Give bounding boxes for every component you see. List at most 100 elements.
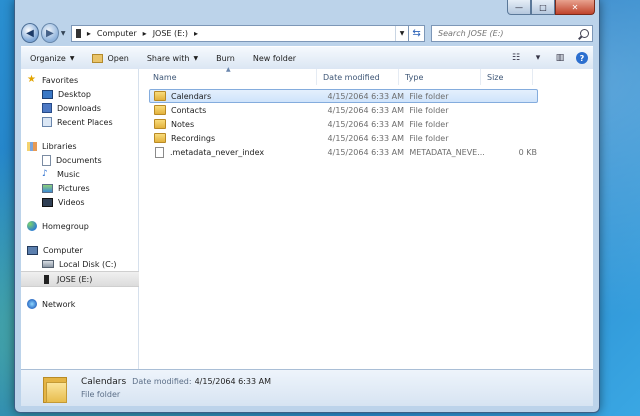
command-bar: Organize ▼ Open Share with ▼ Burn New fo… — [21, 46, 593, 70]
details-date-label: Date modified: — [132, 377, 192, 386]
nav-item-pictures[interactable]: Pictures — [21, 181, 138, 195]
new-folder-button[interactable]: New folder — [244, 47, 305, 69]
file-name: .metadata_never_index — [170, 147, 265, 157]
nav-label: Libraries — [42, 141, 77, 151]
recent-places-icon — [42, 117, 52, 127]
nav-label: Music — [57, 169, 80, 179]
nav-label: Favorites — [42, 75, 79, 85]
file-type: File folder — [409, 105, 449, 115]
open-label: Open — [107, 53, 129, 63]
organize-button[interactable]: Organize ▼ — [21, 47, 83, 69]
nav-label: Recent Places — [57, 117, 113, 127]
file-type: File folder — [409, 133, 449, 143]
address-row: ◀ ▶ ▼ ▸ Computer ▸ JOSE (E:) ▸ ▼ ⇆ — [21, 22, 594, 44]
desktop-icon — [42, 89, 53, 99]
close-button[interactable]: ✕ — [555, 0, 595, 15]
nav-item-recent-places[interactable]: Recent Places — [21, 115, 138, 129]
search-box[interactable] — [431, 24, 594, 42]
large-folder-icon — [43, 375, 67, 403]
column-headers: ▲ Name Date modified Type Size — [139, 66, 593, 86]
folder-icon — [154, 119, 166, 129]
nav-item-desktop[interactable]: Desktop — [21, 87, 138, 101]
crumb-separator[interactable]: ▸ — [194, 29, 198, 38]
search-icon[interactable] — [580, 28, 590, 38]
explorer-window: — □ ✕ ◀ ▶ ▼ ▸ Computer ▸ JOSE (E:) ▸ ▼ ⇆… — [14, 0, 600, 413]
file-type: File folder — [409, 91, 449, 101]
burn-label: Burn — [216, 53, 235, 63]
documents-icon — [42, 154, 51, 166]
homegroup-icon — [27, 221, 37, 231]
details-date-value: 4/15/2064 6:33 AM — [194, 377, 272, 386]
nav-item-jose-drive[interactable]: JOSE (E:) — [21, 271, 139, 287]
refresh-button[interactable]: ⇆ — [409, 24, 426, 42]
share-with-button[interactable]: Share with ▼ — [138, 47, 207, 69]
preview-pane-button[interactable]: ▥ — [549, 53, 571, 63]
nav-label: Network — [42, 299, 76, 309]
nav-libraries[interactable]: Libraries — [21, 139, 138, 153]
nav-item-music[interactable]: ♪ Music — [21, 167, 138, 181]
nav-label: JOSE (E:) — [57, 274, 93, 284]
open-button[interactable]: Open — [83, 47, 137, 69]
address-bar[interactable]: ▸ Computer ▸ JOSE (E:) ▸ ▼ — [70, 24, 409, 42]
file-row-recordings[interactable]: Recordings 4/15/2064 6:33 AM File folder — [149, 131, 538, 145]
nav-computer[interactable]: Computer — [21, 243, 138, 257]
file-list-pane: ▲ Name Date modified Type Size Calendars… — [139, 66, 593, 369]
nav-label: Desktop — [58, 89, 91, 99]
content-area: ★ Favorites Desktop Downloads Recent Pla… — [21, 66, 593, 369]
libraries-icon — [27, 141, 37, 151]
file-row-metadata[interactable]: .metadata_never_index 4/15/2064 6:33 AM … — [149, 145, 538, 159]
nav-label: Computer — [43, 245, 83, 255]
videos-icon — [42, 197, 53, 207]
star-icon: ★ — [27, 74, 36, 85]
file-size: 0 KB — [518, 147, 538, 157]
nav-label: Local Disk (C:) — [59, 259, 117, 269]
column-header-size[interactable]: Size — [481, 69, 533, 85]
nav-item-local-disk[interactable]: Local Disk (C:) — [21, 257, 138, 271]
crumb-computer[interactable]: Computer — [97, 29, 137, 38]
details-text: Calendars Date modified: 4/15/2064 6:33 … — [81, 377, 271, 399]
nav-favorites[interactable]: ★ Favorites — [21, 73, 138, 87]
search-input[interactable] — [436, 27, 581, 39]
sort-up-icon: ▲ — [226, 66, 231, 73]
navigation-pane: ★ Favorites Desktop Downloads Recent Pla… — [21, 69, 139, 369]
view-options-button[interactable]: ☷ — [505, 53, 527, 63]
file-date: 4/15/2064 6:33 AM — [327, 133, 404, 143]
nav-item-downloads[interactable]: Downloads — [21, 101, 138, 115]
toolbar-right: ☷ ▾ ▥ ? — [505, 52, 593, 64]
column-header-date[interactable]: Date modified — [317, 69, 399, 85]
organize-label: Organize — [30, 53, 66, 63]
file-name: Notes — [171, 119, 195, 129]
crumb-separator[interactable]: ▸ — [143, 29, 147, 38]
nav-item-documents[interactable]: Documents — [21, 153, 138, 167]
minimize-button[interactable]: — — [507, 0, 531, 15]
nav-label: Documents — [56, 155, 102, 165]
back-button[interactable]: ◀ — [21, 23, 39, 43]
forward-button[interactable]: ▶ — [40, 23, 59, 43]
network-icon — [27, 299, 37, 309]
help-button[interactable]: ? — [571, 52, 593, 64]
address-dropdown[interactable]: ▼ — [395, 25, 408, 41]
folder-open-icon — [92, 53, 104, 63]
crumb-separator[interactable]: ▸ — [87, 29, 91, 38]
view-list-icon: ☷ — [511, 53, 521, 63]
refresh-icon: ⇆ — [412, 27, 421, 39]
crumb-drive[interactable]: JOSE (E:) — [153, 29, 188, 38]
file-row-contacts[interactable]: Contacts 4/15/2064 6:33 AM File folder — [149, 103, 538, 117]
folder-icon — [154, 105, 166, 115]
music-icon: ♪ — [42, 169, 48, 179]
file-type: File folder — [409, 119, 449, 129]
folder-icon — [154, 91, 166, 101]
nav-homegroup[interactable]: Homegroup — [21, 219, 138, 233]
nav-item-videos[interactable]: Videos — [21, 195, 138, 209]
file-date: 4/15/2064 6:33 AM — [327, 91, 404, 101]
column-header-type[interactable]: Type — [399, 69, 481, 85]
history-dropdown[interactable]: ▼ — [61, 30, 68, 37]
nav-network[interactable]: Network — [21, 297, 138, 311]
view-dropdown[interactable]: ▾ — [527, 53, 549, 63]
file-row-notes[interactable]: Notes 4/15/2064 6:33 AM File folder — [149, 117, 538, 131]
maximize-button[interactable]: □ — [531, 0, 555, 15]
chevron-down-icon: ▾ — [535, 53, 541, 63]
file-date: 4/15/2064 6:33 AM — [327, 105, 404, 115]
file-row-calendars[interactable]: Calendars 4/15/2064 6:33 AM File folder — [149, 89, 538, 103]
file-date: 4/15/2064 6:33 AM — [327, 147, 404, 157]
